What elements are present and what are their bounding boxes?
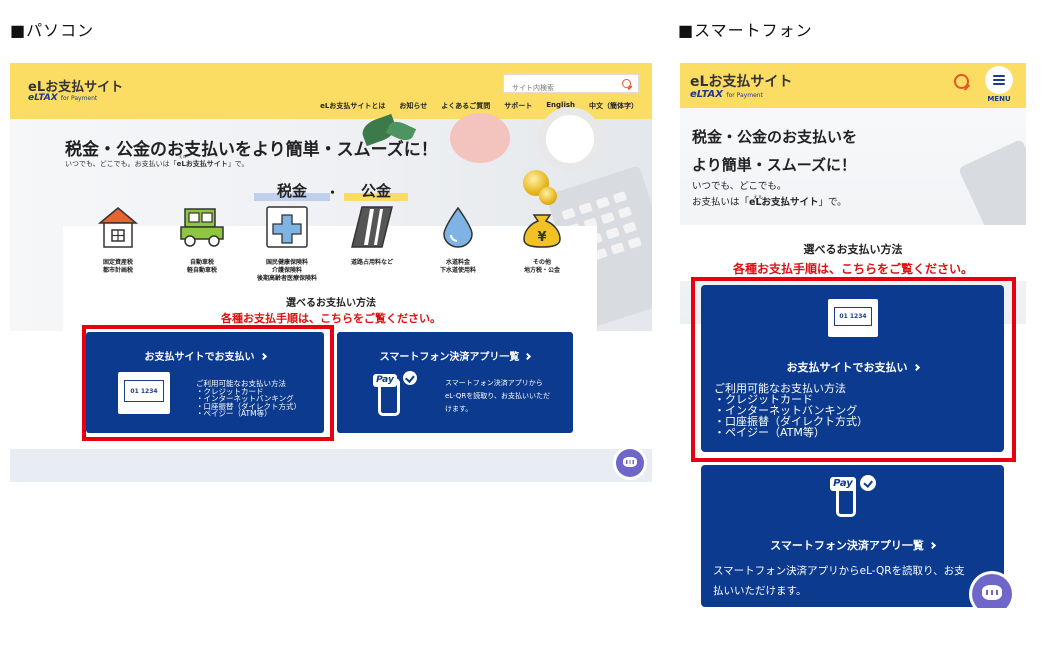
card-title: スマートフォン決済アプリ一覧: [337, 348, 573, 363]
card-method-list: ご利用可能なお支払い方法 ・クレジットカード ・インターネットバンキング ・口座…: [196, 379, 301, 418]
caption-smartphone: ■スマートフォン: [678, 21, 813, 40]
pc-subline: いつでも、どこでも。お支払いは「eLお支払サイト」で。: [65, 159, 249, 169]
category-label: 介護保険料: [271, 267, 302, 274]
pc-methods-note-link[interactable]: 各種お支払手順は、こちらをご覧ください。: [10, 310, 652, 326]
card-description: スマートフォン決済アプリから eL-QRを読取り、お支払いいただ けます。: [445, 379, 550, 413]
car-icon: [180, 208, 224, 247]
check-icon: [403, 371, 417, 385]
caption-pc: ■パソコン: [10, 21, 95, 40]
sp-headline: 税金・公金のお支払いを より簡単・スムーズに！: [692, 128, 858, 174]
category-label: 地方税・公金: [523, 267, 560, 274]
category-other: ¥ その他 地方税・公金: [497, 205, 587, 275]
coin-decoration-2: [539, 187, 557, 205]
sp-methods-note-link[interactable]: 各種お支払手順は、こちらをご覧ください。: [680, 260, 1026, 277]
category-property-tax: 固定資産税 都市計画税: [73, 205, 163, 275]
logo-text: eLお支払サイト: [690, 74, 793, 90]
menu-label: MENU: [987, 95, 1011, 103]
menu-icon: [993, 75, 1005, 77]
category-label: 道路占用料など: [350, 259, 393, 266]
card-method-list: ご利用可能なお支払い方法 ・クレジットカード ・インターネットバンキング ・口座…: [714, 382, 868, 439]
global-nav: eLお支払サイトとは お知らせ よくあるご質問 サポート English 中文（…: [320, 101, 638, 111]
monitor-icon: 01 1234: [118, 372, 170, 414]
chat-icon[interactable]: [616, 449, 644, 477]
category-water-fee: 水道料金 下水道使用料: [413, 205, 503, 275]
check-icon: [860, 475, 876, 491]
svg-text:¥: ¥: [537, 230, 546, 245]
category-label: 軽自動車税: [186, 267, 217, 274]
pc-methods-heading: 選べるお支払い方法: [286, 298, 376, 309]
chevron-right-icon: [524, 352, 532, 360]
sp-payment-site-card[interactable]: 01 1234 お支払サイトでお支払い ご利用可能なお支払い方法 ・クレジットカ…: [701, 285, 1004, 452]
category-label: 自動車税: [189, 259, 214, 266]
chevron-right-icon: [912, 363, 920, 371]
piggy-bank-decoration: [450, 113, 510, 163]
search-input[interactable]: [504, 79, 614, 97]
card-description: スマートフォン決済アプリからeL-QRを読取り、お支 払いいただけます。: [713, 565, 965, 597]
nav-faq[interactable]: よくあるご質問: [441, 101, 490, 111]
chevron-right-icon: [928, 541, 936, 549]
pc-smartphone-apps-card[interactable]: スマートフォン決済アプリ一覧 Pay スマートフォン決済アプリから eL-QRを…: [337, 332, 573, 433]
category-road-fee: 道路占用料など: [327, 205, 417, 267]
chevron-right-icon: [259, 352, 267, 360]
medical-cross-icon: [266, 206, 308, 248]
monitor-icon: 01 1234: [828, 299, 878, 337]
sp-header: eLお支払サイト eLTAX for Payment MENU: [680, 63, 1026, 108]
category-car-tax: 自動車税 軽自動車税: [157, 205, 247, 275]
menu-button[interactable]: [985, 66, 1013, 94]
chat-icon[interactable]: [972, 574, 1012, 608]
pay-badge: Pay: [373, 374, 397, 387]
pc-footer-band: [10, 449, 652, 482]
tag-public-fee: 公金: [344, 180, 408, 201]
sp-smartphone-apps-card[interactable]: Pay スマートフォン決済アプリ一覧 スマートフォン決済アプリからeL-QRを読…: [701, 465, 1004, 607]
coin-bag-icon: ¥: [523, 214, 561, 248]
water-drop-icon: [443, 206, 473, 248]
nav-about[interactable]: eLお支払サイトとは: [320, 101, 385, 111]
site-logo[interactable]: eLお支払サイト eLTAX for Payment: [690, 71, 792, 100]
category-label: 都市計画税: [102, 267, 133, 274]
pc-payment-site-card[interactable]: お支払サイトでお支払い 01 1234 ご利用可能なお支払い方法 ・クレジットカ…: [86, 332, 324, 433]
category-label: 後期高齢者医療保険料: [256, 275, 317, 282]
category-label: 国民健康保険料: [265, 259, 308, 266]
category-label: 下水道使用料: [439, 267, 476, 274]
house-icon: [97, 207, 139, 248]
category-label: 固定資産税: [102, 259, 133, 266]
category-label: 水道料金: [445, 259, 470, 266]
pc-headline: 税金・公金のお支払いをより簡単・スムーズに！: [65, 140, 438, 160]
category-health-insurance: 国民健康保険料 介護保険料 後期高齢者医療保険料: [242, 205, 332, 283]
nav-news[interactable]: お知らせ: [399, 101, 427, 111]
search-icon[interactable]: [622, 79, 632, 89]
sp-methods-heading: 選べるお支払い方法: [803, 243, 903, 256]
card-title: お支払サイトでお支払い: [86, 348, 324, 363]
search-icon[interactable]: [954, 74, 970, 90]
clock-decoration: [538, 107, 602, 171]
search-box: [503, 74, 639, 97]
smartphone-screenshot: eLお支払サイト eLTAX for Payment MENU 税金・公金のお支…: [680, 63, 1026, 608]
pay-badge: Pay: [830, 477, 856, 491]
nav-chinese[interactable]: 中文（簡体字）: [589, 101, 638, 111]
category-label: その他: [532, 259, 551, 266]
tag-tax: 税金: [254, 180, 330, 201]
card-title: お支払サイトでお支払い: [701, 359, 1004, 375]
site-logo[interactable]: eLお支払サイト eLTAX for Payment: [28, 76, 123, 103]
sp-subline: いつでも、どこでも。 お支払いは「eLお支払サイト」で。: [692, 179, 847, 211]
pc-screenshot: eLお支払サイト eLTAX for Payment eLお支払サイトとは お知…: [10, 63, 652, 482]
tag-separator: ・: [326, 186, 340, 201]
road-icon: [351, 206, 393, 248]
card-title: スマートフォン決済アプリ一覧: [701, 537, 1004, 553]
nav-support[interactable]: サポート: [504, 101, 532, 111]
